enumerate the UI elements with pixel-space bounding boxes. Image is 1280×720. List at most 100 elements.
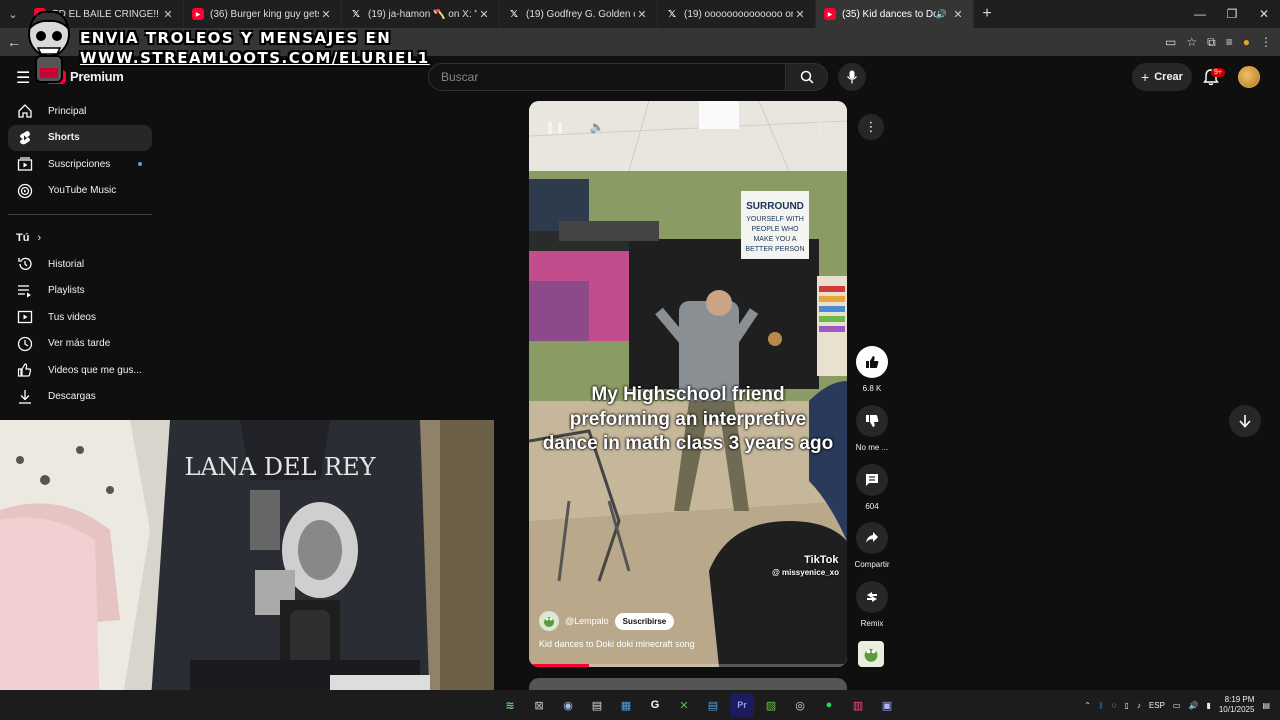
- battery-icon[interactable]: ▮: [1206, 701, 1210, 710]
- browser-tab[interactable]: 𝕏 (19) oooooooooooooo on X: "@✕: [658, 0, 816, 28]
- cast-icon[interactable]: ▭: [1165, 35, 1176, 49]
- tab-close-icon[interactable]: ✕: [793, 8, 807, 21]
- sidebar-item-playlists[interactable]: Playlists: [8, 278, 152, 305]
- tiktok-username-watermark: @ missyenice_xo: [772, 568, 839, 577]
- taskbar-app-icon[interactable]: ▤: [701, 693, 725, 717]
- share-action[interactable]: Compartir: [850, 522, 894, 569]
- dislike-action[interactable]: No me ...: [850, 405, 894, 452]
- share-arrow-icon: [866, 532, 878, 543]
- overlay-line-1: ENVIA TROLEOS Y MENSAJES EN: [80, 29, 392, 47]
- search-button[interactable]: [786, 63, 828, 91]
- channel-avatar[interactable]: [539, 611, 559, 631]
- notifications-tray-icon[interactable]: ▤: [1262, 701, 1270, 710]
- sidebar-item-label: Suscripciones: [48, 158, 111, 170]
- tab-close-icon[interactable]: ✕: [161, 8, 175, 21]
- taskbar-app-icon[interactable]: ▧: [759, 693, 783, 717]
- sidebar-item-label: Tus videos: [48, 311, 96, 323]
- comments-action[interactable]: 604: [850, 464, 894, 511]
- bluetooth-icon[interactable]: ᛒ: [1099, 701, 1104, 710]
- tab-search-chevron-icon[interactable]: ⌄: [0, 0, 26, 28]
- sidebar-item-historial[interactable]: Historial: [8, 251, 152, 278]
- next-short-button[interactable]: [1229, 405, 1261, 437]
- sidebar-you-heading[interactable]: Tú ›: [0, 225, 160, 251]
- sidebar-item-shorts[interactable]: Shorts: [8, 124, 152, 151]
- extensions-icon[interactable]: ⧉: [1207, 35, 1216, 50]
- obs-icon[interactable]: ◎: [788, 693, 812, 717]
- search-input[interactable]: Buscar: [428, 63, 786, 91]
- fullscreen-button[interactable]: ⛶: [813, 117, 833, 137]
- sidebar-item-tus-videos[interactable]: Tus videos: [8, 304, 152, 331]
- volume-icon[interactable]: 🔊: [1188, 701, 1198, 710]
- notepad-icon[interactable]: ▤: [585, 693, 609, 717]
- bookmark-star-icon[interactable]: ☆: [1186, 35, 1197, 49]
- maximize-button[interactable]: ❐: [1216, 0, 1248, 28]
- taskbar-app-icon[interactable]: ▥: [846, 693, 870, 717]
- music-icon: [17, 183, 33, 199]
- spotify-icon[interactable]: ●: [817, 693, 841, 717]
- create-button[interactable]: + Crear: [1132, 63, 1192, 91]
- more-options-icon[interactable]: ⋮: [858, 114, 884, 140]
- tray-overflow-icon[interactable]: ⌃: [1084, 701, 1091, 710]
- sidebar-item-videos-que-me-gus[interactable]: Videos que me gus...: [8, 357, 152, 384]
- tab-close-icon[interactable]: ✕: [477, 8, 491, 21]
- remix-action[interactable]: Remix: [850, 581, 894, 628]
- like-button[interactable]: [856, 346, 888, 378]
- taskbar-app-icon[interactable]: ≋: [498, 693, 522, 717]
- taskbar-app-icon[interactable]: ⊠: [527, 693, 551, 717]
- like-count: 6.8 K: [862, 384, 882, 393]
- tab-close-icon[interactable]: ✕: [319, 8, 333, 21]
- user-avatar[interactable]: [1238, 66, 1260, 88]
- browser-menu-icon[interactable]: ⋮: [1260, 35, 1272, 49]
- video-progress-fill: [529, 664, 590, 667]
- sidebar-item-principal[interactable]: Principal: [8, 98, 152, 125]
- browser-tab[interactable]: 𝕏 (19) ja-hamon 🪓 on X: "https:✕: [342, 0, 500, 28]
- browser-tab[interactable]: ▶ (35) Kid dances to Doki doki🔊 ✕: [816, 0, 974, 28]
- network-icon[interactable]: ▭: [1173, 701, 1181, 710]
- video-progress-bar[interactable]: [529, 664, 847, 667]
- browser-tab[interactable]: 𝕏 (19) Godfrey G. Golden on X: "h✕: [500, 0, 658, 28]
- share-button[interactable]: [856, 522, 888, 554]
- tab-close-icon[interactable]: ✕: [635, 8, 649, 21]
- short-video-player[interactable]: SURROUND YOURSELF WITH PEOPLE WHO MAKE Y…: [529, 101, 847, 667]
- clock-time: 8:19 PM: [1224, 695, 1255, 704]
- premiere-icon[interactable]: Pr: [730, 693, 754, 717]
- like-action[interactable]: 6.8 K: [850, 346, 894, 393]
- sidebar-item-label: Ver más tarde: [48, 338, 111, 350]
- sidebar-item-youtube-music[interactable]: YouTube Music: [8, 178, 152, 205]
- channel-name[interactable]: @Lempalo: [565, 616, 609, 626]
- photos-icon[interactable]: ▦: [614, 693, 638, 717]
- taskbar-app-icon[interactable]: ▣: [875, 693, 899, 717]
- voice-search-button[interactable]: [838, 63, 866, 91]
- taskbar-clock[interactable]: 8:19 PM 10/1/2025: [1219, 695, 1255, 715]
- tray-app-icon[interactable]: ◌: [1112, 701, 1117, 710]
- xbox-icon[interactable]: ✕: [672, 693, 696, 717]
- media-controls-icon[interactable]: ≡: [1226, 35, 1233, 49]
- tray-mic-icon[interactable]: ♪: [1137, 701, 1141, 710]
- language-indicator[interactable]: ESP: [1149, 701, 1165, 710]
- tray-app-icon[interactable]: ▯: [1124, 701, 1128, 710]
- dislike-button[interactable]: [856, 405, 888, 437]
- new-tab-button[interactable]: +: [974, 5, 1000, 23]
- subscribe-button[interactable]: Suscribirse: [614, 612, 675, 630]
- sidebar-item-descargas[interactable]: Descargas: [8, 384, 152, 411]
- video-title[interactable]: Kid dances to Doki doki minecraft song: [539, 639, 695, 649]
- sound-source-thumbnail[interactable]: [858, 641, 884, 667]
- taskbar-app-icon[interactable]: G: [643, 693, 667, 717]
- video-caption-overlay: My Highschool friend preforming an inter…: [542, 384, 834, 454]
- remix-label: Remix: [860, 619, 884, 628]
- browser-tab[interactable]: ▶ (36) Burger king guy gets caug✕: [184, 0, 342, 28]
- sidebar-item-ver-m-s-tarde[interactable]: Ver más tarde: [8, 331, 152, 358]
- volume-button[interactable]: 🔈: [587, 117, 607, 137]
- you-heading-label: Tú: [16, 232, 30, 244]
- close-window-button[interactable]: ✕: [1248, 0, 1280, 28]
- svg-text:MAKE YOU A: MAKE YOU A: [753, 236, 796, 243]
- minimize-button[interactable]: —: [1184, 0, 1216, 28]
- profile-extension-icon[interactable]: ●: [1243, 35, 1250, 49]
- pause-button[interactable]: ❚❚: [545, 117, 565, 137]
- steam-icon[interactable]: ◉: [556, 693, 580, 717]
- tab-audio-icon[interactable]: 🔊: [936, 9, 947, 20]
- comments-button[interactable]: [856, 464, 888, 496]
- tab-close-icon[interactable]: ✕: [951, 8, 965, 21]
- remix-button[interactable]: [856, 581, 888, 613]
- sidebar-item-suscripciones[interactable]: Suscripciones: [8, 151, 152, 178]
